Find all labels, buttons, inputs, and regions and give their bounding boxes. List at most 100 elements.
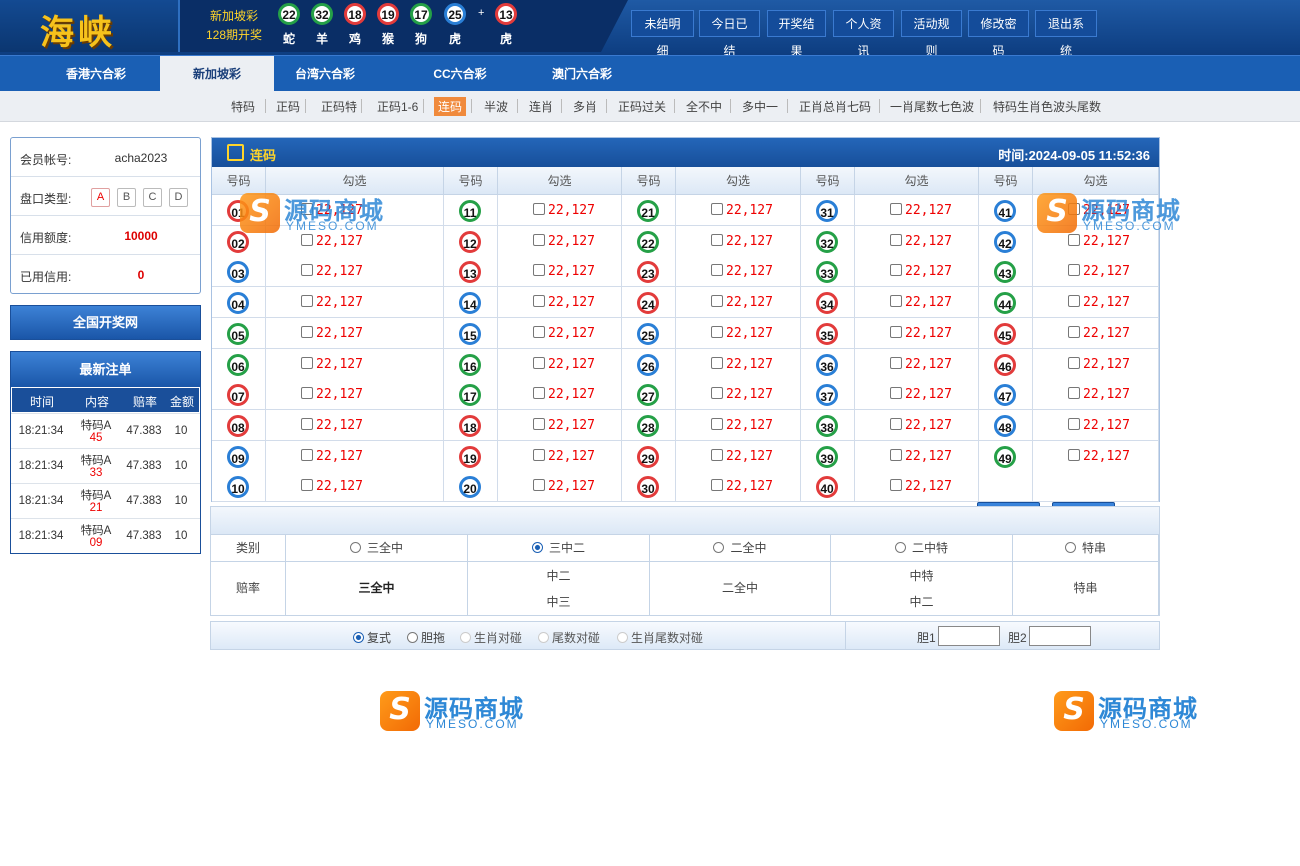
number-checkbox[interactable] bbox=[301, 295, 313, 308]
pan-option[interactable]: C bbox=[143, 188, 162, 207]
play-type-tab[interactable]: 多中一 bbox=[742, 98, 778, 115]
number-checkbox[interactable] bbox=[1068, 448, 1080, 461]
number-checkbox[interactable] bbox=[711, 356, 723, 369]
number-checkbox[interactable] bbox=[301, 479, 313, 492]
radio-icon[interactable] bbox=[1064, 542, 1076, 553]
radio-icon[interactable] bbox=[538, 632, 549, 643]
top-button[interactable]: 修改密码 bbox=[968, 10, 1029, 58]
radio-icon[interactable] bbox=[460, 632, 471, 643]
number-checkbox[interactable] bbox=[890, 448, 902, 461]
pan-option[interactable]: A bbox=[91, 188, 110, 207]
number-checkbox[interactable] bbox=[1068, 356, 1080, 369]
number-checkbox[interactable] bbox=[711, 387, 723, 400]
play-type-tab[interactable]: 正码 bbox=[276, 98, 300, 115]
number-checkbox[interactable] bbox=[890, 295, 902, 308]
number-checkbox[interactable] bbox=[301, 233, 313, 246]
number-checkbox[interactable] bbox=[301, 264, 313, 277]
number-checkbox[interactable] bbox=[533, 233, 545, 246]
number-checkbox[interactable] bbox=[890, 264, 902, 277]
number-checkbox[interactable] bbox=[533, 325, 545, 338]
number-checkbox[interactable] bbox=[890, 203, 902, 215]
number-checkbox[interactable] bbox=[890, 387, 902, 400]
number-checkbox[interactable] bbox=[533, 356, 545, 369]
number-checkbox[interactable] bbox=[1068, 295, 1080, 308]
radio-icon[interactable] bbox=[531, 542, 543, 553]
number-checkbox[interactable] bbox=[1068, 387, 1080, 400]
play-type-tab[interactable]: 半波 bbox=[484, 98, 508, 115]
radio-icon[interactable] bbox=[713, 542, 725, 553]
number-checkbox[interactable] bbox=[533, 479, 545, 492]
number-checkbox[interactable] bbox=[1068, 325, 1080, 338]
lottery-tab[interactable]: 澳门六合彩 bbox=[520, 56, 644, 92]
top-button[interactable]: 活动规则 bbox=[901, 10, 962, 58]
number-checkbox[interactable] bbox=[533, 295, 545, 308]
number-checkbox[interactable] bbox=[301, 417, 313, 430]
number-checkbox[interactable] bbox=[890, 356, 902, 369]
number-checkbox[interactable] bbox=[711, 233, 723, 246]
bet-mode-option[interactable]: 尾数对碰 bbox=[538, 629, 600, 646]
play-type-tab[interactable]: 全不中 bbox=[686, 98, 722, 115]
play-type-tab[interactable]: 一肖尾数七色波 bbox=[890, 98, 974, 115]
number-checkbox[interactable] bbox=[890, 233, 902, 246]
play-type-tab[interactable]: 连肖 bbox=[529, 98, 553, 115]
number-checkbox[interactable] bbox=[711, 295, 723, 308]
number-checkbox[interactable] bbox=[301, 325, 313, 338]
play-type-tab[interactable]: 正码1-6 bbox=[377, 98, 418, 115]
radio-icon[interactable] bbox=[353, 632, 364, 643]
bet-type-option[interactable]: 三全中 bbox=[286, 535, 468, 562]
number-checkbox[interactable] bbox=[533, 387, 545, 400]
top-button[interactable]: 开奖结果 bbox=[767, 10, 826, 58]
play-type-tab[interactable]: 特码生肖色波头尾数 bbox=[993, 98, 1101, 115]
top-button[interactable]: 未结明细 bbox=[631, 10, 694, 58]
number-checkbox[interactable] bbox=[1068, 233, 1080, 246]
number-checkbox[interactable] bbox=[533, 203, 545, 215]
number-checkbox[interactable] bbox=[890, 417, 902, 430]
bet-mode-option[interactable]: 生肖尾数对碰 bbox=[617, 629, 703, 646]
number-checkbox[interactable] bbox=[1068, 417, 1080, 430]
number-checkbox[interactable] bbox=[890, 325, 902, 338]
bet-mode-option[interactable]: 复式 bbox=[353, 629, 391, 646]
play-type-tab[interactable]: 多肖 bbox=[573, 98, 597, 115]
play-type-tab[interactable]: 正码特 bbox=[321, 98, 357, 115]
radio-icon[interactable] bbox=[894, 542, 906, 553]
number-checkbox[interactable] bbox=[301, 387, 313, 400]
bet-type-option[interactable]: 三中二 bbox=[468, 535, 650, 562]
radio-icon[interactable] bbox=[617, 632, 628, 643]
number-checkbox[interactable] bbox=[301, 356, 313, 369]
lottery-tab[interactable]: 台湾六合彩 bbox=[274, 56, 376, 92]
number-checkbox[interactable] bbox=[711, 417, 723, 430]
bet-mode-option[interactable]: 胆拖 bbox=[407, 629, 445, 646]
bet-type-option[interactable]: 二中特 bbox=[831, 535, 1013, 562]
dan1-input[interactable] bbox=[938, 626, 1000, 646]
lottery-tab[interactable]: 香港六合彩 bbox=[32, 56, 160, 92]
play-type-tab[interactable]: 连码 bbox=[434, 97, 467, 116]
dan2-input[interactable] bbox=[1029, 626, 1091, 646]
number-checkbox[interactable] bbox=[533, 448, 545, 461]
bet-type-option[interactable]: 二全中 bbox=[650, 535, 831, 562]
number-checkbox[interactable] bbox=[711, 264, 723, 277]
number-checkbox[interactable] bbox=[533, 264, 545, 277]
play-type-tab[interactable]: 正码过关 bbox=[618, 98, 666, 115]
number-checkbox[interactable] bbox=[711, 479, 723, 492]
lottery-tab[interactable]: 新加坡彩 bbox=[160, 56, 274, 92]
top-button[interactable]: 今日已结 bbox=[699, 10, 760, 58]
number-checkbox[interactable] bbox=[301, 448, 313, 461]
number-checkbox[interactable] bbox=[711, 203, 723, 215]
bet-mode-option[interactable]: 生肖对碰 bbox=[460, 629, 522, 646]
number-checkbox[interactable] bbox=[890, 479, 902, 492]
radio-icon[interactable] bbox=[407, 632, 418, 643]
lottery-tab[interactable]: CC六合彩 bbox=[398, 56, 522, 92]
play-type-tab[interactable]: 正肖总肖七码 bbox=[799, 98, 871, 115]
pan-option[interactable]: D bbox=[169, 188, 188, 207]
bet-type-option[interactable]: 特串 bbox=[1013, 535, 1159, 562]
number-checkbox[interactable] bbox=[533, 417, 545, 430]
radio-icon[interactable] bbox=[349, 542, 361, 553]
number-checkbox[interactable] bbox=[1068, 264, 1080, 277]
play-type-tab[interactable]: 特码 bbox=[231, 98, 255, 115]
draw-site-link[interactable]: 全国开奖网 bbox=[10, 305, 201, 340]
pan-option[interactable]: B bbox=[117, 188, 136, 207]
number-checkbox[interactable] bbox=[711, 325, 723, 338]
number-checkbox[interactable] bbox=[711, 448, 723, 461]
top-button[interactable]: 退出系统 bbox=[1035, 10, 1097, 58]
top-button[interactable]: 个人资讯 bbox=[833, 10, 894, 58]
